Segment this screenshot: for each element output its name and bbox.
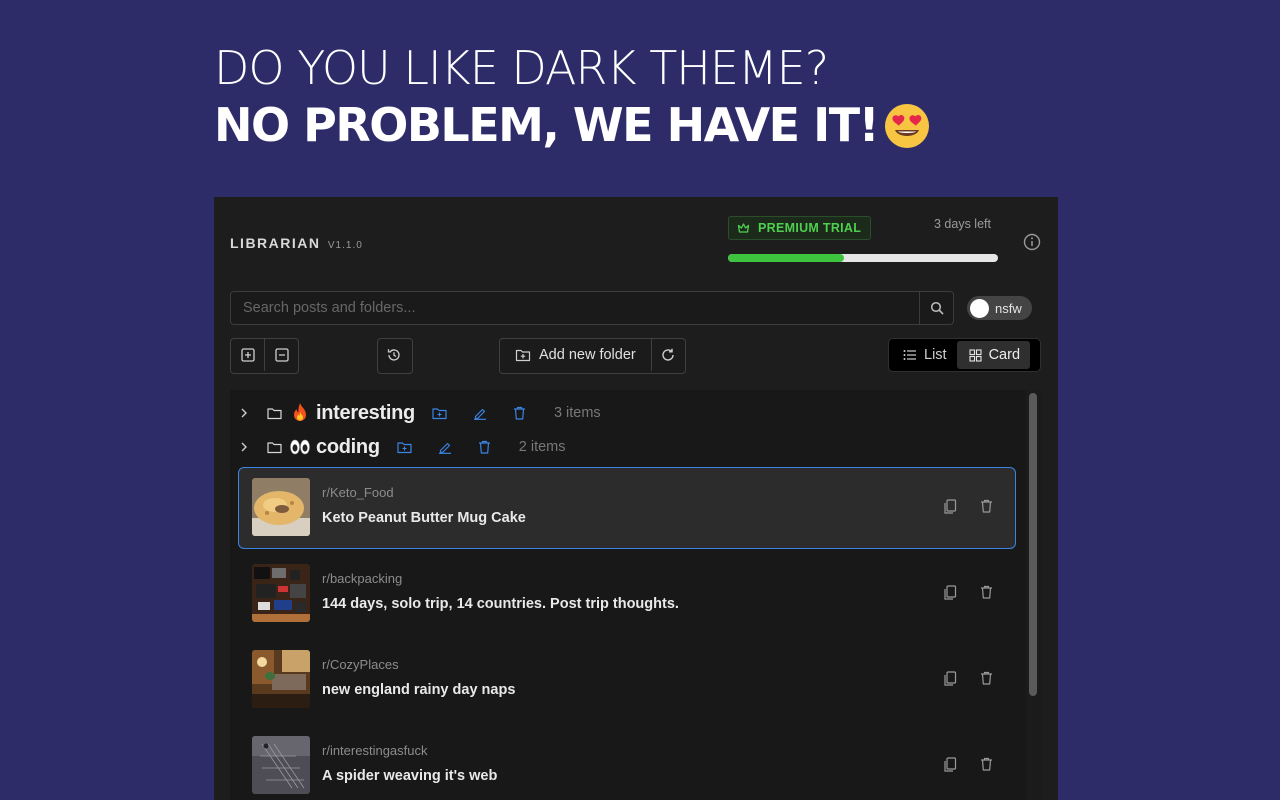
- trash-icon: [513, 406, 525, 420]
- history-button-inner: [378, 339, 410, 371]
- folder-icon: [267, 407, 282, 419]
- history-clock-icon: [387, 349, 400, 361]
- eyes-emoji-icon: [290, 439, 310, 455]
- nsfw-toggle-knob: [970, 298, 989, 318]
- folder-delete-button[interactable]: [478, 440, 491, 454]
- trash-icon: [478, 440, 490, 454]
- search-icon: [930, 301, 943, 315]
- nsfw-label: nsfw: [995, 300, 1022, 316]
- app-brand: LIBRARIAN V1.1.0: [230, 235, 363, 251]
- post-title: 144 days, solo trip, 14 countries. Post …: [322, 596, 679, 612]
- minus-square-icon: [274, 348, 289, 362]
- search-button[interactable]: [919, 292, 953, 324]
- add-folder-button[interactable]: Add new folder: [500, 339, 651, 371]
- trash-icon[interactable]: [980, 585, 993, 599]
- premium-trial-label: PREMIUM TRIAL: [758, 221, 862, 235]
- post-title: Keto Peanut Butter Mug Cake: [322, 510, 526, 526]
- folder-count: 3 items: [553, 405, 601, 421]
- app-version: V1.1.0: [327, 240, 363, 251]
- post-card[interactable]: r/Keto_Food Keto Peanut Butter Mug Cake: [238, 467, 1016, 549]
- folder-row[interactable]: interesting 3 items: [230, 397, 601, 429]
- chevron-right-icon[interactable]: [238, 442, 250, 452]
- post-thumbnail[interactable]: [252, 478, 310, 536]
- plus-square-icon: [240, 348, 255, 362]
- folder-name: interesting: [316, 401, 415, 424]
- folder-count: 2 items: [518, 439, 566, 455]
- folder-edit-button[interactable]: [438, 440, 452, 454]
- hero-line-1: DO YOU LIKE DARK THEME?: [214, 41, 829, 95]
- folder-plus-icon: [397, 441, 412, 453]
- folder-plus-icon: [432, 407, 447, 419]
- folder-plus-icon: [515, 349, 531, 362]
- nsfw-toggle[interactable]: nsfw: [967, 296, 1032, 320]
- post-thumbnail[interactable]: [252, 650, 310, 708]
- post-card[interactable]: r/backpacking 144 days, solo trip, 14 co…: [238, 553, 1016, 635]
- post-thumbnail[interactable]: [252, 736, 310, 794]
- search-input[interactable]: [231, 292, 919, 324]
- app-panel: LIBRARIAN V1.1.0 PREMIUM TRIAL 3 days le…: [214, 197, 1058, 800]
- app-name: LIBRARIAN: [230, 235, 321, 251]
- trial-progress-bar: [728, 254, 998, 262]
- post-card[interactable]: r/CozyPlaces new england rainy day naps: [238, 639, 1016, 721]
- folder-add-subfolder-button[interactable]: [397, 441, 412, 454]
- view-list-option[interactable]: List: [891, 341, 957, 369]
- view-list-label: List: [924, 347, 947, 363]
- folder-row[interactable]: coding 2 items: [230, 431, 566, 463]
- hero-line-2: NO PROBLEM, WE HAVE IT!: [214, 96, 930, 154]
- folder-delete-button[interactable]: [513, 406, 526, 420]
- expand-collapse-group: [230, 338, 299, 374]
- post-subreddit: r/interestingasfuck: [322, 743, 428, 758]
- pencil-icon: [438, 442, 451, 454]
- add-folder-label: Add new folder: [539, 347, 636, 363]
- post-subreddit: r/Keto_Food: [322, 485, 394, 500]
- view-card-label: Card: [988, 347, 1021, 363]
- heart-eyes-emoji-icon: [885, 104, 930, 148]
- trash-icon[interactable]: [980, 757, 993, 771]
- post-subreddit: r/backpacking: [322, 571, 403, 586]
- folder-icon: [267, 441, 282, 453]
- hero-headline: DO YOU LIKE DARK THEME? NO PROBLEM, WE H…: [214, 40, 930, 154]
- grid-icon: [969, 348, 982, 362]
- post-title: A spider weaving it's web: [322, 768, 498, 784]
- search-box: [230, 291, 954, 325]
- list-icon: [903, 350, 916, 360]
- copy-icon[interactable]: [943, 499, 957, 515]
- trial-progress-fill: [728, 254, 845, 262]
- scrollbar-thumb[interactable]: [1029, 393, 1037, 696]
- history-button[interactable]: [377, 338, 413, 374]
- days-left: 3 days left: [934, 217, 991, 231]
- hero-line-2-text: NO PROBLEM, WE HAVE IT!: [214, 98, 880, 152]
- copy-icon[interactable]: [943, 585, 957, 601]
- folder-add-subfolder-button[interactable]: [432, 407, 447, 420]
- collapse-all-button[interactable]: [264, 339, 298, 371]
- post-card[interactable]: r/interestingasfuck A spider weaving it'…: [238, 725, 1016, 800]
- folder-actions-group: Add new folder: [499, 338, 686, 374]
- expand-all-button[interactable]: [231, 339, 264, 371]
- fire-emoji-icon: [294, 403, 306, 421]
- trash-icon[interactable]: [980, 499, 993, 513]
- refresh-icon: [662, 348, 674, 361]
- premium-trial-badge[interactable]: PREMIUM TRIAL: [728, 216, 872, 240]
- folder-name: coding: [316, 435, 380, 458]
- info-icon[interactable]: [1023, 233, 1041, 251]
- trash-icon[interactable]: [980, 671, 993, 685]
- copy-icon[interactable]: [943, 671, 957, 687]
- pencil-icon: [473, 408, 486, 420]
- view-card-option[interactable]: Card: [956, 341, 1031, 369]
- post-thumbnail[interactable]: [252, 564, 310, 622]
- post-subreddit: r/CozyPlaces: [322, 657, 399, 672]
- view-toggle: List Card: [888, 338, 1041, 372]
- copy-icon[interactable]: [943, 757, 957, 773]
- refresh-button[interactable]: [650, 339, 685, 371]
- post-title: new england rainy day naps: [322, 682, 516, 698]
- folder-edit-button[interactable]: [473, 406, 487, 420]
- chevron-right-icon[interactable]: [238, 408, 250, 418]
- crown-icon: [737, 223, 750, 233]
